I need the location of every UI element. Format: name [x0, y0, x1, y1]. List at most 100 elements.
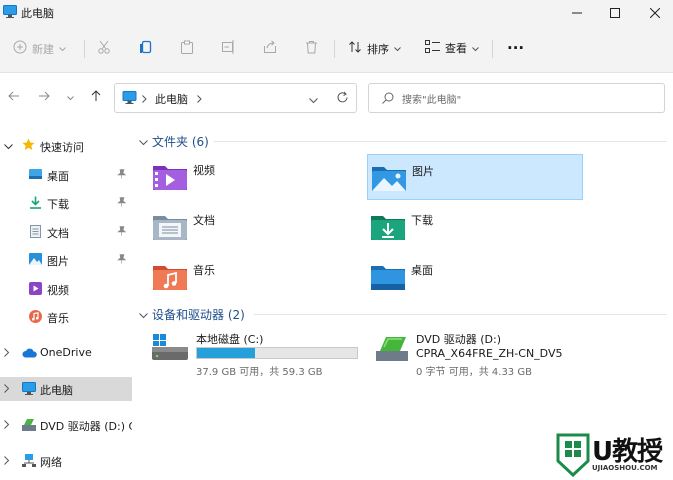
- folder-music[interactable]: 音乐: [149, 254, 365, 300]
- sort-icon: [348, 40, 362, 57]
- sidebar-item-dvd-drive[interactable]: DVD 驱动器 (D:) CI: [0, 413, 132, 437]
- network-icon: [22, 454, 36, 470]
- search-input[interactable]: 搜索"此电脑": [368, 83, 665, 113]
- sidebar-item-quick-access[interactable]: 快速访问: [0, 134, 132, 158]
- sidebar-item-this-pc[interactable]: 此电脑: [0, 377, 132, 401]
- chevron-right-icon[interactable]: [4, 383, 10, 396]
- chevron-down-icon: [472, 42, 479, 55]
- picture-icon: [29, 253, 42, 268]
- address-dropdown-icon[interactable]: [309, 94, 318, 107]
- chevron-right-icon[interactable]: [4, 347, 10, 360]
- address-bar[interactable]: 此电脑: [114, 83, 357, 113]
- group-divider: [254, 314, 667, 315]
- pin-icon: [117, 254, 127, 267]
- sidebar-item-label: 下载: [47, 198, 69, 211]
- sidebar-item-label: DVD 驱动器 (D:) CI: [40, 420, 132, 433]
- sidebar-item-videos[interactable]: 视频: [0, 277, 132, 301]
- folders-group-header[interactable]: 文件夹 (6): [139, 133, 209, 150]
- drive-name: DVD 驱动器 (D:): [416, 333, 502, 346]
- computer-icon: [3, 5, 17, 21]
- forward-button[interactable]: [36, 89, 52, 105]
- arrow-right-icon: [38, 91, 50, 104]
- drive-dvd[interactable]: DVD 驱动器 (D:) CPRA_X64FRE_ZH-CN_DV5 0 字节 …: [374, 331, 589, 381]
- chevron-right-icon[interactable]: [4, 455, 10, 468]
- sort-button[interactable]: 排序: [348, 40, 401, 57]
- sidebar-item-label: 此电脑: [40, 384, 73, 397]
- folder-label: 图片: [412, 165, 434, 178]
- group-divider: [214, 141, 667, 142]
- sidebar-item-network[interactable]: 网络: [0, 449, 132, 473]
- pin-icon: [117, 169, 127, 182]
- arrow-left-icon: [8, 91, 20, 104]
- new-button[interactable]: 新建: [13, 40, 66, 57]
- sidebar-item-music[interactable]: 音乐: [0, 305, 132, 329]
- document-icon: [30, 225, 41, 241]
- window-title: 此电脑: [21, 7, 54, 20]
- folder-label: 视频: [193, 164, 215, 177]
- download-icon: [29, 196, 42, 212]
- drive-space-info: 0 字节 可用，共 4.33 GB: [416, 367, 532, 378]
- shield-logo-icon: [556, 431, 590, 480]
- sidebar-item-label: 音乐: [47, 312, 69, 325]
- trash-icon: [305, 40, 318, 57]
- up-button[interactable]: [88, 89, 104, 105]
- dvd-drive-icon: [374, 333, 412, 366]
- breadcrumb-this-pc[interactable]: 此电脑: [155, 91, 188, 107]
- desktop-icon: [29, 168, 42, 183]
- sidebar-item-onedrive[interactable]: OneDrive: [0, 341, 132, 365]
- breadcrumb-separator-icon: [197, 93, 202, 106]
- cloud-icon: [22, 348, 37, 361]
- drives-group-header[interactable]: 设备和驱动器 (2): [139, 306, 245, 323]
- command-bar: 新建 排序 查看 ...: [0, 26, 673, 73]
- separator: [334, 40, 335, 58]
- navigation-pane: 快速访问 桌面 下载 文档 图片 视频 音乐 OneDrive 此电脑 DVD …: [0, 123, 132, 480]
- folder-desktop[interactable]: 桌面: [367, 254, 583, 300]
- sidebar-item-downloads[interactable]: 下载: [0, 191, 132, 215]
- music-folder-icon: [151, 262, 189, 295]
- drive-c[interactable]: 本地磁盘 (C:) 37.9 GB 可用，共 59.3 GB: [151, 331, 366, 381]
- separator: [492, 40, 493, 58]
- title-bar: 此电脑: [0, 0, 673, 26]
- view-icon: [425, 40, 440, 56]
- back-button[interactable]: [6, 89, 22, 105]
- share-button[interactable]: [263, 40, 277, 57]
- folder-label: 下载: [411, 214, 433, 227]
- sidebar-item-documents[interactable]: 文档: [0, 220, 132, 244]
- folder-documents[interactable]: 文档: [149, 204, 365, 250]
- chevron-down-icon[interactable]: [4, 140, 13, 153]
- rename-button[interactable]: [221, 40, 236, 57]
- sidebar-item-desktop[interactable]: 桌面: [0, 163, 132, 187]
- sidebar-item-label: 图片: [47, 255, 69, 268]
- folder-downloads[interactable]: 下载: [367, 204, 583, 250]
- paste-button[interactable]: [180, 40, 194, 58]
- delete-button[interactable]: [305, 40, 318, 57]
- folder-pictures[interactable]: 图片: [367, 154, 583, 200]
- content-pane: 文件夹 (6) 视频 图片 文档 下载 音乐 桌面 设备和驱动器 (2) 本地磁…: [134, 123, 673, 480]
- plus-circle-icon: [13, 40, 27, 57]
- navigation-bar: 此电脑 搜索"此电脑": [0, 73, 673, 123]
- drives-group-title: 设备和驱动器 (2): [152, 308, 245, 322]
- video-folder-icon: [151, 162, 189, 195]
- copy-icon: [139, 40, 153, 58]
- view-button[interactable]: 查看: [425, 40, 479, 56]
- folder-videos[interactable]: 视频: [149, 154, 365, 200]
- pin-icon: [117, 226, 127, 239]
- drive-usage-fill: [197, 348, 255, 358]
- sidebar-item-pictures[interactable]: 图片: [0, 248, 132, 272]
- folder-label: 音乐: [193, 264, 215, 277]
- drive-volume-label: CPRA_X64FRE_ZH-CN_DV5: [416, 347, 563, 360]
- music-icon: [29, 310, 42, 326]
- video-icon: [29, 282, 42, 298]
- close-button[interactable]: [633, 0, 673, 26]
- sidebar-item-label: 视频: [47, 284, 69, 297]
- desktop-folder-icon: [369, 262, 407, 295]
- refresh-icon[interactable]: [336, 91, 349, 107]
- cut-button[interactable]: [97, 40, 111, 57]
- recent-locations-button[interactable]: [62, 89, 78, 105]
- copy-button[interactable]: [139, 40, 153, 58]
- document-folder-icon: [151, 212, 189, 245]
- more-options-button[interactable]: ...: [507, 35, 524, 53]
- maximize-button[interactable]: [593, 0, 637, 26]
- chevron-right-icon[interactable]: [4, 419, 10, 432]
- sidebar-item-label: 桌面: [47, 170, 69, 183]
